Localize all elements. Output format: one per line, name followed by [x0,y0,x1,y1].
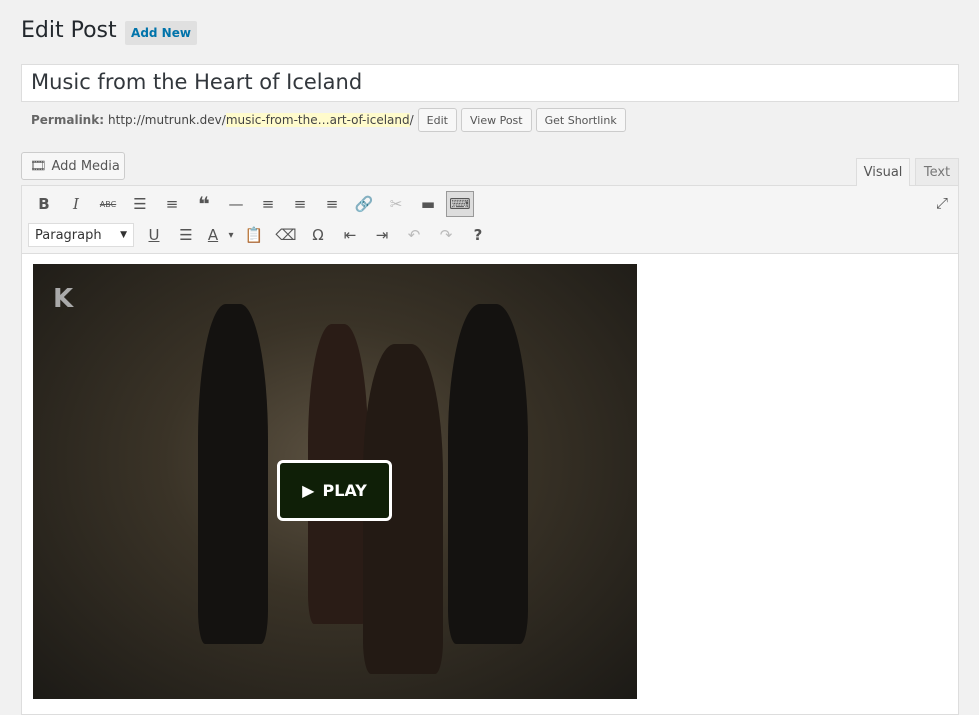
tab-visual[interactable]: Visual [856,158,910,186]
italic-icon[interactable]: I [60,191,92,217]
format-select[interactable]: Paragraph ▼ [28,223,134,247]
permalink-base: http://mutrunk.dev/ [108,113,226,127]
justify-icon[interactable]: ☰ [170,222,202,248]
bold-icon[interactable]: B [28,191,60,217]
strikethrough-icon[interactable]: ABC [92,191,124,217]
numbered-list-icon[interactable]: ≡ [156,191,188,217]
fullscreen-icon[interactable]: ⤢ [936,194,948,212]
blockquote-icon[interactable]: ❝ [188,191,220,217]
permalink-row: Permalink: http://mutrunk.dev/ music-fro… [31,108,626,132]
get-shortlink-button[interactable]: Get Shortlink [535,108,626,132]
outdent-icon[interactable]: ⇤ [334,222,366,248]
underline-icon[interactable]: U [138,222,170,248]
kickstarter-logo: K [53,284,74,314]
horizontal-line-icon[interactable]: — [220,191,252,217]
add-new-button[interactable]: Add New [125,21,197,45]
play-button[interactable]: ▶ PLAY [277,460,392,521]
editor[interactable]: B I ABC ☰ ≡ ❝ — ≡ ≡ ≡ 🔗 ✂ ▬ ⌨ ⤢ Paragrap… [21,185,959,715]
text-color-icon[interactable]: A [202,222,224,248]
align-left-icon[interactable]: ≡ [252,191,284,217]
play-label: PLAY [322,481,367,500]
text-color-dropdown-icon[interactable]: ▾ [224,222,238,248]
tab-text[interactable]: Text [915,158,959,186]
add-media-label: Add Media [51,158,120,174]
permalink-label: Permalink: [31,113,105,127]
permalink-trail: / [409,113,414,127]
unlink-icon[interactable]: ✂ [380,191,412,217]
bullet-list-icon[interactable]: ☰ [124,191,156,217]
chevron-down-icon: ▼ [120,230,127,240]
video-embed[interactable]: K ▶ PLAY [33,264,637,699]
page-title: Edit Post [21,18,117,43]
play-icon: ▶ [302,481,315,500]
special-character-icon[interactable]: Ω [302,222,334,248]
post-title-input[interactable]: Music from the Heart of Iceland [21,64,959,102]
add-media-button[interactable]: 🎞 Add Media [21,152,125,180]
toolbar-toggle-icon[interactable]: ⌨ [446,191,474,217]
view-post-button[interactable]: View Post [460,108,532,132]
link-icon[interactable]: 🔗 [348,191,380,217]
clear-formatting-icon[interactable]: ⌫ [270,222,302,248]
redo-icon[interactable]: ↷ [430,222,462,248]
editor-toolbar: B I ABC ☰ ≡ ❝ — ≡ ≡ ≡ 🔗 ✂ ▬ ⌨ ⤢ Paragrap… [22,186,958,254]
edit-permalink-button[interactable]: Edit [417,108,457,132]
read-more-icon[interactable]: ▬ [412,191,444,217]
undo-icon[interactable]: ↶ [398,222,430,248]
align-center-icon[interactable]: ≡ [284,191,316,217]
indent-icon[interactable]: ⇥ [366,222,398,248]
paste-text-icon[interactable]: 📋 [238,222,270,248]
format-value: Paragraph [35,227,102,243]
permalink-slug[interactable]: music-from-the…art-of-iceland [225,113,410,127]
align-right-icon[interactable]: ≡ [316,191,348,217]
media-icon: 🎞 [30,158,47,174]
help-icon[interactable]: ? [462,222,494,248]
